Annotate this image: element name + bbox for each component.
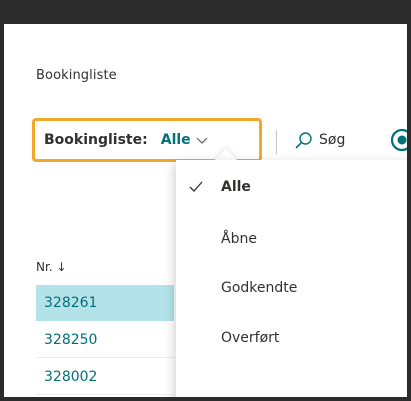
table-row[interactable]: 328002 — [36, 359, 174, 395]
row-number[interactable]: 328250 — [44, 332, 97, 348]
view-selector-value: Alle — [160, 132, 191, 148]
top-bar — [4, 4, 407, 24]
action-bar: Bookingliste: Alle Søg — [20, 118, 407, 162]
search-button-label: Søg — [319, 132, 346, 148]
row-number[interactable]: 328002 — [44, 369, 97, 385]
menu-item-godkendte[interactable]: Godkendte — [176, 265, 407, 311]
menu-item-abne[interactable]: Åbne — [176, 216, 407, 262]
search-icon — [295, 132, 312, 149]
column-header-nr[interactable]: Nr. ↓ — [36, 260, 67, 274]
view-selector-label: Bookingliste: — [44, 132, 148, 148]
checkmark-icon — [189, 181, 203, 192]
chevron-down-icon — [196, 137, 208, 144]
table-row[interactable]: 328250 — [36, 322, 174, 358]
app-window: Bookingliste Bookingliste: Alle Søg Nr. … — [4, 4, 407, 397]
partial-action-icon[interactable] — [390, 128, 407, 152]
menu-item-label: Alle — [221, 179, 251, 195]
menu-item-overfort[interactable]: Overført — [176, 315, 407, 361]
menu-item-label: Godkendte — [221, 280, 298, 296]
view-dropdown-menu: Alle Åbne Godkendte Overført — [176, 160, 407, 397]
table-row[interactable]: 328261 — [36, 285, 174, 321]
toolbar-divider — [276, 130, 277, 154]
search-button[interactable]: Søg — [295, 124, 345, 156]
row-number[interactable]: 328261 — [44, 295, 97, 311]
menu-item-label: Åbne — [221, 231, 257, 247]
page-title: Bookingliste — [36, 68, 117, 83]
menu-item-alle[interactable]: Alle — [176, 164, 407, 210]
menu-item-label: Overført — [221, 330, 280, 346]
